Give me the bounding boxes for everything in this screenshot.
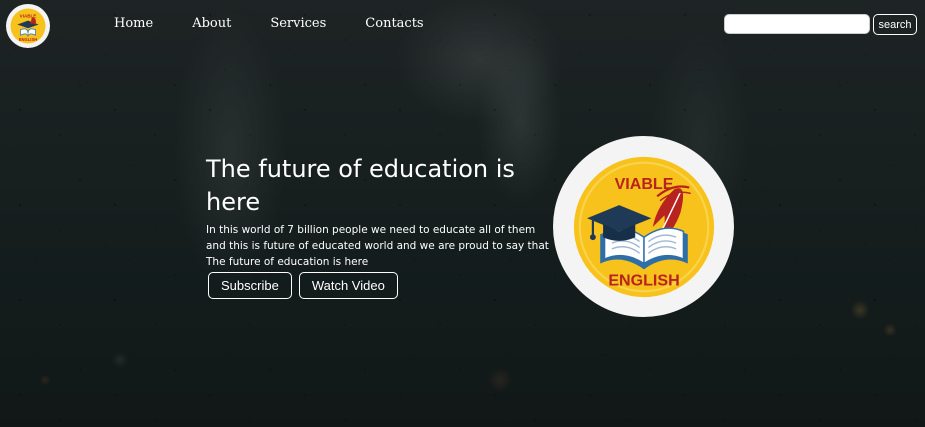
nav-contacts-link[interactable]: Contacts bbox=[365, 16, 423, 31]
viable-english-logo: VIABLE ENGLISH bbox=[573, 156, 714, 297]
nav-logo[interactable]: VIABLE ENGLISH bbox=[6, 4, 50, 48]
nav-home-link[interactable]: Home bbox=[114, 16, 153, 31]
hero-logo: VIABLE ENGLISH bbox=[553, 136, 734, 317]
hero-description: In this world of 7 billion people we nee… bbox=[206, 224, 549, 268]
search-input[interactable] bbox=[724, 14, 870, 34]
hero-buttons: Subscribe Watch Video bbox=[208, 272, 398, 299]
hero-title: The future of education is here bbox=[206, 155, 515, 216]
watch-video-button[interactable]: Watch Video bbox=[298, 272, 398, 299]
logo-bottom-text: ENGLISH bbox=[608, 271, 679, 289]
navbar: VIABLE ENGLISH Home About Services Conta… bbox=[0, 0, 925, 50]
logo-top-text: VIABLE bbox=[614, 175, 673, 193]
search-button[interactable]: search bbox=[873, 14, 917, 35]
nav-services-link[interactable]: Services bbox=[270, 16, 326, 31]
viable-english-logo-small: VIABLE ENGLISH bbox=[10, 8, 46, 44]
logo-top-text: VIABLE bbox=[20, 14, 37, 19]
nav-links: Home About Services Contacts bbox=[114, 16, 463, 31]
nav-about-link[interactable]: About bbox=[192, 16, 231, 31]
page: VIABLE ENGLISH Home About Services Conta… bbox=[0, 0, 925, 427]
subscribe-button[interactable]: Subscribe bbox=[208, 272, 292, 299]
logo-bottom-text: ENGLISH bbox=[19, 37, 37, 42]
